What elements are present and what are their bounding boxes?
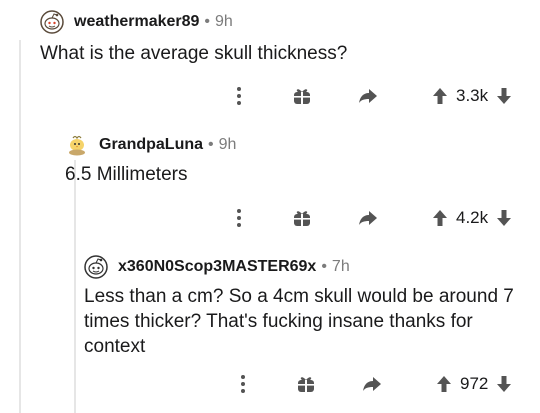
gift-award-icon[interactable] <box>295 374 317 394</box>
username[interactable]: x360N0Scop3MASTER69x <box>118 258 316 276</box>
vote-score: 4.2k <box>456 208 489 227</box>
comment: GrandpaLuna • 9h 6.5 Millimeters 4.2k <box>0 120 540 240</box>
comment-body: What is the average skull thickness? <box>40 43 348 64</box>
reply-arrow-icon[interactable] <box>357 209 379 227</box>
vote-score: 972 <box>460 374 489 393</box>
downvote-arrow-icon[interactable] <box>495 375 513 393</box>
chick-avatar-icon[interactable] <box>65 133 89 157</box>
vote-score: 3.3k <box>456 86 489 105</box>
comment-header: x360N0Scop3MASTER69x • 7h <box>84 255 350 279</box>
comment-actions: 4.2k <box>229 206 513 230</box>
upvote-arrow-icon[interactable] <box>431 87 449 105</box>
comment-header: weathermaker89 • 9h <box>40 10 233 34</box>
comment: x360N0Scop3MASTER69x • 7h Less than a cm… <box>0 240 540 413</box>
timestamp[interactable]: 7h <box>332 258 350 276</box>
more-options-icon[interactable] <box>233 374 253 394</box>
comment-thread: weathermaker89 • 9h What is the average … <box>0 0 540 413</box>
gift-award-icon[interactable] <box>291 86 313 106</box>
downvote-arrow-icon[interactable] <box>495 209 513 227</box>
comment-body: 6.5 Millimeters <box>65 164 188 185</box>
snoo-avatar-icon[interactable] <box>84 255 108 279</box>
more-options-icon[interactable] <box>229 208 249 228</box>
comment-actions: 972 <box>233 372 513 396</box>
comment-header: GrandpaLuna • 9h <box>65 133 236 157</box>
username[interactable]: weathermaker89 <box>74 13 199 31</box>
timestamp[interactable]: 9h <box>219 136 237 154</box>
comment-actions: 3.3k <box>229 84 513 108</box>
snoo-avatar-icon[interactable] <box>40 10 64 34</box>
comment: weathermaker89 • 9h What is the average … <box>0 0 540 120</box>
comment-body: Less than a cm? So a 4cm skull would be … <box>84 286 514 357</box>
separator-dot: • <box>208 136 214 153</box>
gift-award-icon[interactable] <box>291 208 313 228</box>
separator-dot: • <box>204 13 211 30</box>
upvote-arrow-icon[interactable] <box>431 209 449 227</box>
upvote-arrow-icon[interactable] <box>435 375 453 393</box>
reply-arrow-icon[interactable] <box>357 87 379 105</box>
downvote-arrow-icon[interactable] <box>495 87 513 105</box>
timestamp[interactable]: 9h <box>215 13 233 31</box>
more-options-icon[interactable] <box>229 86 249 106</box>
separator-dot: • <box>321 258 327 275</box>
reply-arrow-icon[interactable] <box>361 375 383 393</box>
username[interactable]: GrandpaLuna <box>99 136 203 154</box>
